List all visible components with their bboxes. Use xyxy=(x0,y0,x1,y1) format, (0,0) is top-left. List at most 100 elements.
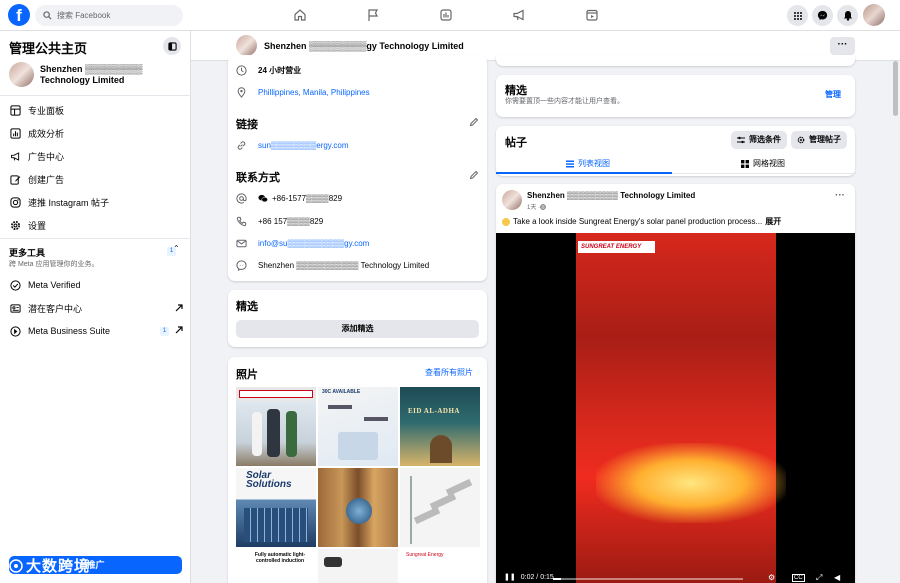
link-icon xyxy=(235,139,247,151)
search-input[interactable] xyxy=(57,11,177,20)
sidebar-page-selector[interactable]: Shenzhen ▒▒▒▒▒▒▒▒▒ Technology Limited xyxy=(9,62,160,87)
post-caption: Take a look inside Sungreat Energy's sol… xyxy=(513,217,763,226)
globe-icon xyxy=(540,203,546,210)
post-author-avatar[interactable] xyxy=(502,190,522,210)
gear-icon[interactable]: ⚙ xyxy=(768,573,775,582)
instagram-icon xyxy=(9,197,21,209)
bell-icon[interactable] xyxy=(837,5,858,26)
post-author-name[interactable]: Shenzhen ▒▒▒▒▒▒▒▒▒ Technology Limited xyxy=(527,191,695,200)
sidebar-item-label: 成效分析 xyxy=(28,129,65,139)
tab-list-view[interactable]: 列表视图 xyxy=(566,158,610,169)
photo-thumbnail[interactable] xyxy=(400,468,480,547)
featured-right-card: 精选 你需要置顶一些内容才能让用户查看。 管理 xyxy=(496,75,855,117)
photo-thumbnail[interactable]: 30C AVAILABLE xyxy=(318,387,398,466)
sidebar: 管理公共主页 Shenzhen ▒▒▒▒▒▒▒▒▒ Technology Lim… xyxy=(0,31,191,583)
filter-button[interactable]: 筛选条件 xyxy=(731,131,787,149)
chart-icon xyxy=(9,128,21,140)
filter-icon xyxy=(737,136,745,144)
photo-thumbnail[interactable]: Fully automatic light-controlled inducti… xyxy=(236,549,316,583)
sidebar-item-meta-business-suite[interactable]: Meta Business Suite 1 xyxy=(9,325,183,337)
active-tab-indicator xyxy=(496,172,672,174)
manage-featured-link[interactable]: 管理 xyxy=(825,89,841,100)
manage-posts-button[interactable]: 管理帖子 xyxy=(791,131,847,149)
sidebar-item-label: 速推 Instagram 帖子 xyxy=(28,198,110,208)
photo-caption: Sungreat Energy xyxy=(406,552,444,558)
insights-icon[interactable] xyxy=(438,7,454,23)
collapse-sidebar-icon[interactable] xyxy=(163,37,181,55)
person-figure xyxy=(252,412,262,456)
sidebar-item-create-ad[interactable]: 创建广告 xyxy=(9,173,183,186)
photos-card: 照片 查看所有照片 30C AVAILABLE EID AL-ADHA Sola… xyxy=(228,357,487,583)
tab-grid-view[interactable]: 网格视图 xyxy=(741,158,785,169)
see-all-photos-link[interactable]: 查看所有照片 xyxy=(425,367,473,378)
wechat-number: +86-1577▒▒▒▒829 xyxy=(272,193,343,203)
volume-icon[interactable]: ◀ xyxy=(834,573,840,582)
sidebar-item-insights[interactable]: 成效分析 xyxy=(9,127,183,140)
menu-grid-icon[interactable] xyxy=(787,5,808,26)
post-meta: 1天 · xyxy=(527,202,546,211)
photo-thumbnail[interactable] xyxy=(236,387,316,466)
home-icon[interactable] xyxy=(292,7,308,23)
captions-icon[interactable]: CC xyxy=(792,574,805,582)
photo-thumbnail[interactable]: EID AL-ADHA xyxy=(400,387,480,466)
megaphone-icon[interactable] xyxy=(511,7,527,23)
photo-thumbnail[interactable]: Solar Solutions xyxy=(236,468,316,547)
page-avatar[interactable] xyxy=(236,35,257,56)
divider xyxy=(0,95,191,96)
search-box[interactable] xyxy=(35,5,183,26)
photo-thumbnail[interactable] xyxy=(318,549,398,583)
location-link[interactable]: Phillippines, Manila, Philippines xyxy=(258,88,370,97)
sidebar-item-settings[interactable]: 设置 xyxy=(9,219,183,232)
pole-graphic xyxy=(410,476,412,544)
scrollbar-thumb[interactable] xyxy=(893,61,898,116)
edit-pencil-icon[interactable] xyxy=(469,170,479,180)
gear-icon xyxy=(9,220,21,232)
more-options-button[interactable]: ··· xyxy=(830,37,855,55)
messenger-icon xyxy=(235,259,247,271)
facebook-logo[interactable]: f xyxy=(8,4,30,26)
watermark-text: 大数跨境 xyxy=(26,558,91,575)
sidebar-item-meta-verified[interactable]: Meta Verified xyxy=(9,279,183,291)
calendar-play-icon[interactable] xyxy=(584,7,600,23)
page-name[interactable]: Shenzhen ▒▒▒▒▒▒▒▒▒gy Technology Limited xyxy=(264,41,464,51)
hours-row: 24 小时营业 xyxy=(235,64,301,76)
featured-card: 精选 添加精选 xyxy=(228,290,487,347)
links-heading: 链接 xyxy=(236,119,258,131)
photo-caption: Solar Solutions xyxy=(246,470,292,490)
pause-icon[interactable]: ❚❚ xyxy=(504,573,516,581)
photo-thumbnail[interactable]: Sungreat Energy xyxy=(400,549,480,583)
post-options-icon[interactable]: ··· xyxy=(835,190,845,201)
chevron-up-icon[interactable]: ⌃ xyxy=(173,244,180,253)
website-link[interactable]: sun▒▒▒▒▒▒▒▒ergy.com xyxy=(258,141,349,150)
messenger-icon[interactable] xyxy=(812,5,833,26)
smile-emoji-icon xyxy=(502,217,510,226)
sidebar-item-label: 广告中心 xyxy=(28,152,65,162)
add-featured-button[interactable]: 添加精选 xyxy=(236,320,479,338)
profile-avatar[interactable] xyxy=(863,4,885,26)
fullscreen-icon[interactable]: ⤢ xyxy=(816,573,822,583)
edit-pencil-icon[interactable] xyxy=(469,117,479,127)
email-link[interactable]: info@su▒▒▒▒▒▒▒▒▒▒gy.com xyxy=(258,239,369,248)
sidebar-item-ad-center[interactable]: 广告中心 xyxy=(9,150,183,163)
product-graphic xyxy=(338,432,378,460)
video-progress-bar[interactable] xyxy=(553,578,743,580)
post-time[interactable]: 1天 · xyxy=(527,202,540,211)
mosque-graphic xyxy=(430,435,452,463)
flag-icon[interactable] xyxy=(365,7,381,23)
see-more-link[interactable]: 展开 xyxy=(765,216,781,227)
sidebar-item-label: Meta Business Suite xyxy=(28,326,111,336)
contact-heading: 联系方式 xyxy=(236,172,280,184)
sidebar-item-dashboard[interactable]: 专业面板 xyxy=(9,104,183,117)
verified-icon xyxy=(9,279,21,291)
sidebar-item-leads-center[interactable]: 潜在客户中心 xyxy=(9,302,183,315)
lamp-graphic xyxy=(429,492,457,511)
photo-thumbnail[interactable] xyxy=(318,468,398,547)
post-video[interactable]: SUNGREAT ENERGY ❚❚ 0:02 / 0:15 ⚙ CC ⤢ ◀ xyxy=(496,233,855,583)
photo-caption: Fully automatic light-controlled inducti… xyxy=(254,552,306,564)
watermark-logo-icon xyxy=(9,558,23,573)
scrollbar[interactable] xyxy=(891,61,900,583)
sidebar-item-boost-instagram[interactable]: 速推 Instagram 帖子 xyxy=(9,196,183,209)
banner-graphic xyxy=(239,390,313,398)
phone-icon xyxy=(235,215,247,227)
lamp-graphic xyxy=(413,506,441,525)
